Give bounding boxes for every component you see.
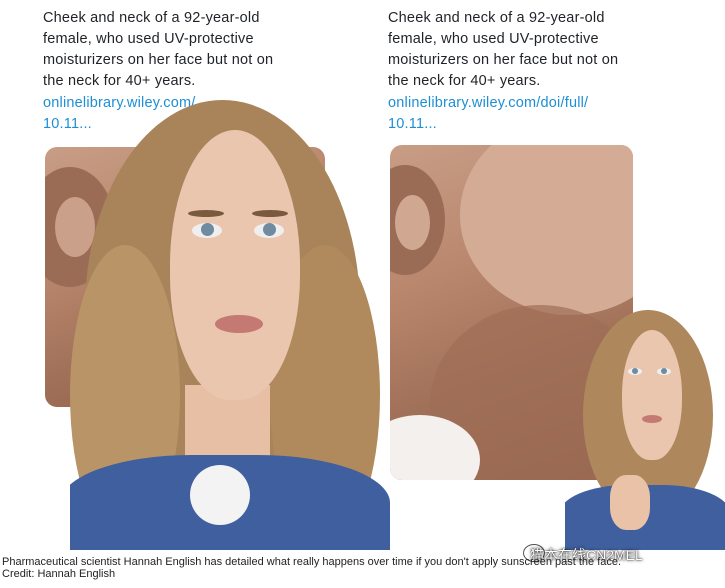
right-tweet-text: Cheek and neck of a 92-year-old female, … [388,8,618,92]
right-tweet-link[interactable]: onlinelibrary.wiley.com/doi/full/ 10.11.… [388,93,588,135]
right-link-line-2[interactable]: 10.11... [388,114,588,135]
caption-line-1: Pharmaceutical scientist Hannah English … [2,556,622,568]
right-link-line-1[interactable]: onlinelibrary.wiley.com/doi/full/ [388,93,588,114]
caption-credit: Credit: Hannah English [2,568,116,580]
right-tweet-line-1: Cheek and neck of a 92-year-old [388,10,605,26]
image-caption: Pharmaceutical scientist Hannah English … [2,556,722,580]
left-tweet-text: Cheek and neck of a 92-year-old female, … [43,8,273,92]
right-tweet-line-4: the neck for 40+ years. [388,73,541,89]
left-tweet-line-1: Cheek and neck of a 92-year-old [43,10,260,26]
left-tweet-line-2: female, who used UV-protective [43,31,254,47]
presenter-image [70,95,390,550]
left-tweet-line-4: the neck for 40+ years. [43,73,196,89]
presenter-inset-image [565,305,725,550]
left-tweet-line-3: moisturizers on her face but not on [43,52,274,68]
right-tweet-line-3: moisturizers on her face but not on [388,52,619,68]
right-tweet-line-2: female, who used UV-protective [388,31,599,47]
